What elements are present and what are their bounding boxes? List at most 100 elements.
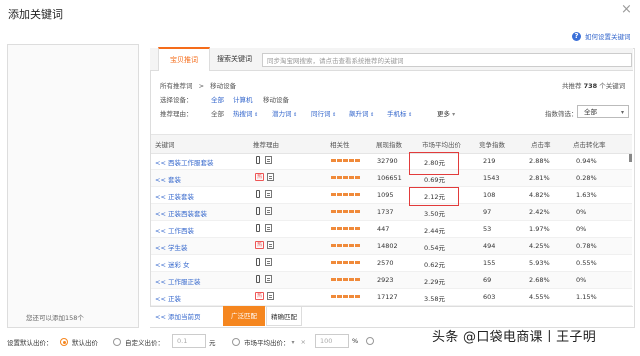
default-bid-option[interactable]: 默认出价 [60, 337, 98, 347]
tab-search-keywords[interactable]: 搜索关键词 [206, 48, 263, 70]
avg-bid-value: 0.62元 [424, 261, 445, 269]
competition-value: 108 [483, 191, 496, 199]
col-impressions[interactable]: 展现指数 [376, 139, 402, 149]
keyword-link[interactable]: << 工作西装 [155, 225, 194, 235]
table-row: << 迷彩 女 2570 0.62元 155 5.93% 0.55% [151, 255, 632, 272]
detail-doc-icon[interactable] [265, 275, 272, 283]
col-ctr[interactable]: 点击率 [531, 139, 551, 149]
relevance-bars [331, 244, 360, 248]
col-cvr[interactable]: 点击转化率 [573, 139, 606, 149]
col-avg-bid[interactable]: 市场平均出价 [422, 139, 461, 149]
market-bid-option[interactable]: 市场平均出价： ▾ × [232, 337, 306, 347]
device-mobile[interactable]: 移动设备 [263, 94, 289, 104]
chevron-down-icon: ▾ [452, 111, 456, 118]
add-current-page-link[interactable]: << 添加当前页 [155, 311, 200, 321]
device-computer[interactable]: 计算机 [233, 94, 253, 104]
help-link[interactable]: ? 如何设置关键词 [572, 31, 631, 41]
keyword-link[interactable]: << 工作服正装 [155, 276, 200, 286]
relevance-bars [331, 176, 360, 180]
ctr-value: 5.93% [529, 259, 550, 267]
reason-peer[interactable]: 同行词 ⇕ [311, 108, 336, 118]
table-row: << 套装 热 106651 0.69元 1543 2.81% 0.28% [151, 170, 632, 187]
tab-recommend[interactable]: 宝贝推词 [158, 47, 210, 71]
watermark: 头条 @口袋电商课丨王子明 [432, 330, 597, 345]
hot-badge-icon: 热 [255, 173, 264, 181]
keyword-link[interactable]: << 正装西装套装 [155, 208, 207, 218]
exact-match-button[interactable]: 精确匹配 [266, 306, 302, 326]
index-filter-select[interactable]: 全部 ▾ [577, 105, 629, 118]
relevance-bars [331, 193, 360, 197]
mobile-icon [256, 224, 260, 232]
total-suffix: 个关键词 [599, 82, 626, 90]
competition-value: 155 [483, 259, 496, 267]
competition-value: 1543 [483, 174, 500, 182]
reason-rising[interactable]: 飙升词 ⇕ [349, 108, 374, 118]
help-link-label: 如何设置关键词 [585, 33, 631, 41]
impressions-value: 14802 [377, 242, 398, 250]
table-row: << 正装套装 1095 2.12元 108 4.82% 1.63% [151, 187, 632, 204]
ctr-value: 2.42% [529, 208, 550, 216]
impressions-value: 447 [377, 225, 390, 233]
keyword-link[interactable]: << 套装 [155, 174, 181, 184]
impressions-value: 2570 [377, 259, 394, 267]
more-filters[interactable]: 更多 ▾ [437, 108, 455, 118]
detail-doc-icon[interactable] [267, 173, 274, 181]
device-all[interactable]: 全部 [211, 94, 224, 104]
mobile-icon [256, 275, 260, 283]
col-reason: 推荐理由 [253, 141, 279, 149]
radio-icon[interactable] [113, 338, 121, 346]
competition-value: 494 [483, 242, 496, 250]
competition-value: 53 [483, 225, 492, 233]
cvr-value: 0.55% [576, 259, 597, 267]
col-relevance[interactable]: 相关性 [330, 139, 350, 149]
avg-bid-value: 3.50元 [424, 210, 445, 218]
checkbox-icon[interactable] [366, 337, 375, 345]
impressions-value: 1095 [377, 191, 394, 199]
avg-bid-value: 0.69元 [424, 176, 445, 184]
radio-selected-icon[interactable] [60, 338, 68, 346]
radio-icon[interactable] [232, 338, 240, 346]
impressions-value: 2923 [377, 276, 394, 284]
custom-bid-option[interactable]: 自定义出价： [113, 337, 164, 347]
keyword-link[interactable]: << 正装套装 [155, 191, 194, 201]
relevance-bars [331, 210, 360, 214]
keyword-link[interactable]: << 西装工作服套装 [155, 157, 213, 167]
relevance-bars [331, 227, 360, 231]
keyword-link[interactable]: << 学生装 [155, 242, 187, 252]
detail-doc-icon[interactable] [267, 292, 274, 300]
reason-hot[interactable]: 热搜词 ⇕ [233, 108, 258, 118]
cvr-value: 0.78% [576, 242, 597, 250]
table-row: << 正装 热 17127 3.58元 603 4.55% 1.15% [151, 289, 632, 306]
breadcrumb-root[interactable]: 所有推荐词 [160, 82, 193, 90]
reason-mobile[interactable]: 手机标 ⇕ [387, 108, 412, 118]
detail-doc-icon[interactable] [265, 190, 272, 198]
detail-doc-icon[interactable] [265, 258, 272, 266]
reason-all[interactable]: 全部 [211, 108, 224, 118]
ctr-value: 4.82% [529, 191, 550, 199]
highlight-box [409, 187, 459, 206]
index-filter-label: 指数筛选： [545, 110, 578, 118]
broad-match-button[interactable]: 广泛匹配 [223, 306, 265, 326]
keyword-search-input[interactable]: 同步淘宝网搜索，请点击查看系统推荐的关键词 [262, 53, 632, 67]
mobile-icon [256, 156, 260, 164]
detail-doc-icon[interactable] [267, 241, 274, 249]
keyword-link[interactable]: << 正装 [155, 293, 181, 303]
reason-filter-label: 推荐理由： [160, 110, 193, 118]
close-icon[interactable]: × [621, 2, 632, 17]
impressions-value: 17127 [377, 293, 398, 301]
table-scrollbar[interactable] [629, 154, 632, 162]
keyword-link[interactable]: << 迷彩 女 [155, 259, 190, 269]
detail-doc-icon[interactable] [265, 207, 272, 215]
col-competition[interactable]: 竞争指数 [479, 139, 505, 149]
table-row: << 正装西装套装 1737 3.50元 97 2.42% 0% [151, 204, 632, 221]
table-row: << 学生装 热 14802 0.54元 494 4.25% 0.78% [151, 238, 632, 255]
detail-doc-icon[interactable] [265, 224, 272, 232]
relevance-bars [331, 278, 360, 282]
impressions-value: 32790 [377, 157, 398, 165]
custom-bid-input[interactable]: 0.1 [172, 334, 206, 348]
dialog-title: 添加关键词 [8, 8, 63, 21]
detail-doc-icon[interactable] [265, 156, 272, 164]
competition-value: 69 [483, 276, 492, 284]
market-bid-percent-input[interactable]: 100 [315, 334, 349, 348]
reason-potential[interactable]: 潜力词 ⇕ [272, 108, 297, 118]
